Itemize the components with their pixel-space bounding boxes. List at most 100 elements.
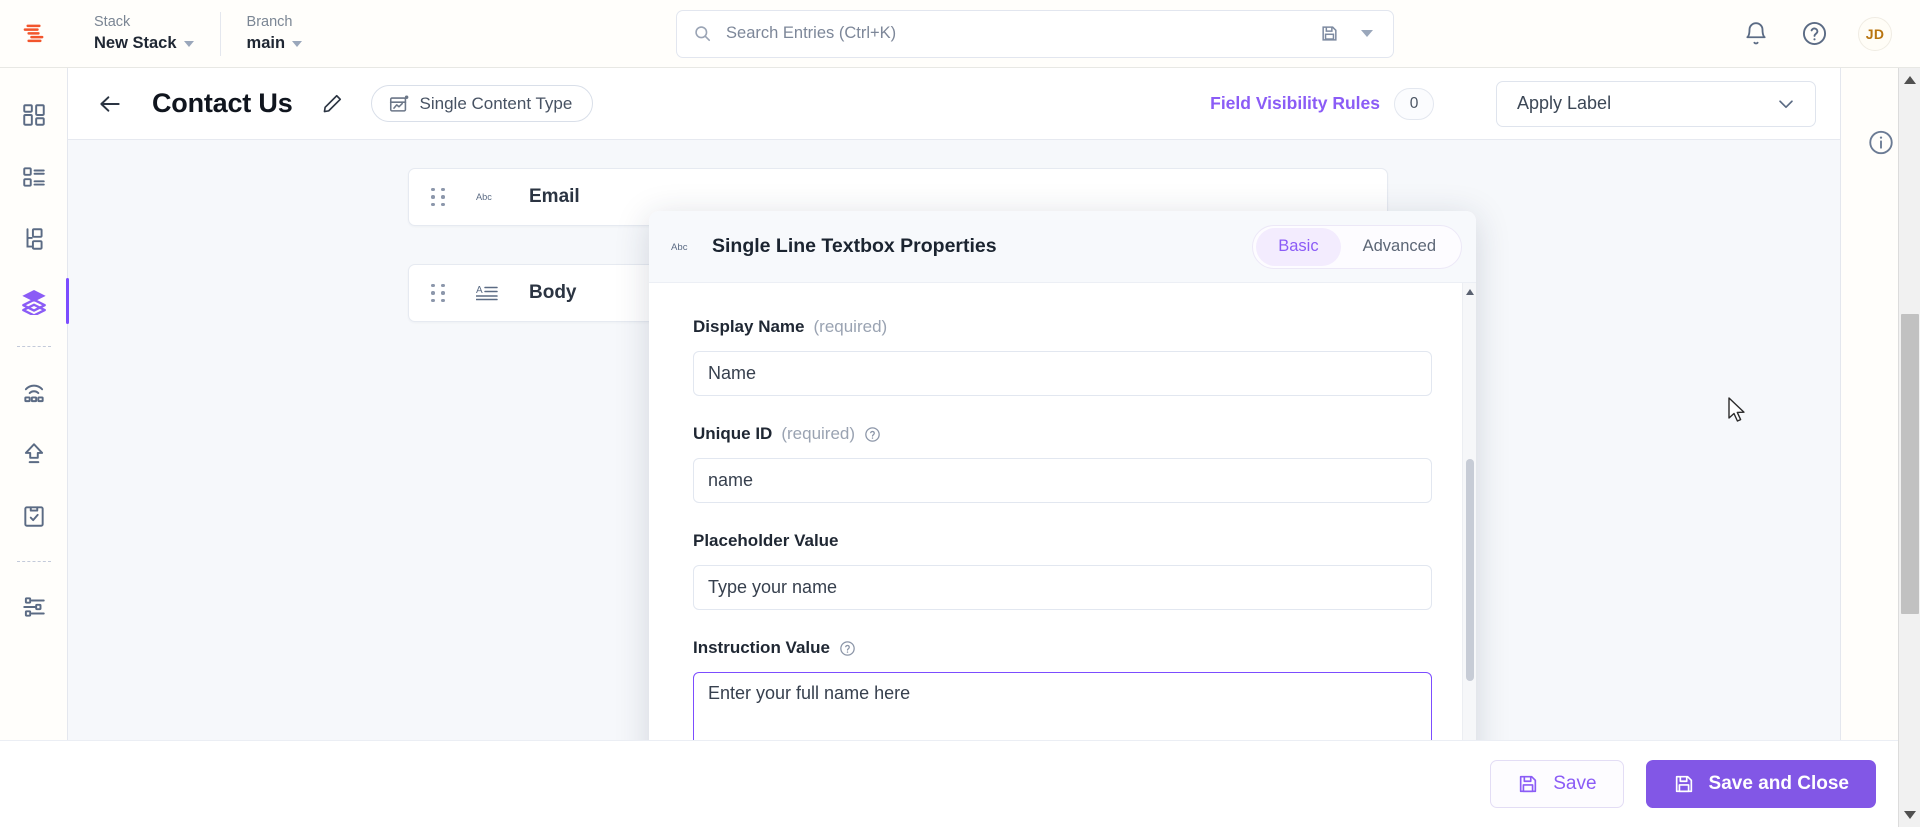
- edit-title-button[interactable]: [317, 88, 349, 120]
- placeholder-value-label-text: Placeholder Value: [693, 531, 839, 550]
- sidebar-item-settings[interactable]: [0, 576, 68, 638]
- instruction-value-label: Instruction Value: [693, 638, 1432, 658]
- footer-actions: Save Save and Close: [0, 740, 1920, 827]
- apply-label-select[interactable]: Apply Label: [1496, 80, 1816, 127]
- placeholder-value-label: Placeholder Value: [693, 531, 1432, 551]
- scroll-down-arrow-icon[interactable]: [1903, 811, 1916, 819]
- svg-text:Abc: Abc: [671, 242, 688, 253]
- scroll-up-arrow-icon[interactable]: [1466, 289, 1474, 295]
- save-button[interactable]: Save: [1490, 760, 1624, 808]
- context-switchers: Stack New Stack Branch main: [68, 0, 328, 67]
- display-name-field[interactable]: [693, 351, 1432, 396]
- display-name-label-text: Display Name: [693, 317, 805, 336]
- search-tools: [1320, 24, 1377, 43]
- chevron-down-icon: [292, 41, 303, 48]
- modal-scrollbar[interactable]: [1462, 283, 1476, 808]
- field-name: Body: [529, 282, 577, 303]
- save-button-label: Save: [1553, 773, 1597, 794]
- bell-icon: [1746, 21, 1766, 44]
- unique-id-field[interactable]: [693, 458, 1432, 503]
- avatar[interactable]: JD: [1858, 16, 1892, 51]
- search-box[interactable]: Search Entries (Ctrl+K): [676, 9, 1395, 58]
- drag-handle-icon[interactable]: [431, 187, 445, 207]
- search-icon: [695, 26, 711, 42]
- app-logo[interactable]: [0, 19, 68, 49]
- stack-value-text: New Stack: [94, 34, 177, 53]
- arrow-left-icon: [100, 95, 120, 112]
- chevron-down-icon[interactable]: [1361, 30, 1374, 37]
- modal-scrollbar-thumb[interactable]: [1466, 459, 1474, 681]
- stack-value: New Stack: [94, 32, 194, 54]
- placeholder-value-field[interactable]: [693, 565, 1432, 610]
- help-circle-icon[interactable]: [839, 640, 856, 657]
- clipboard-check-icon: [23, 506, 44, 527]
- sidebar-item-audit-log[interactable]: [0, 485, 68, 547]
- left-sidebar: [0, 68, 69, 740]
- abc-single-line-icon: Abc: [475, 189, 501, 205]
- save-and-close-button[interactable]: Save and Close: [1645, 760, 1876, 808]
- sidebar-item-taxonomy[interactable]: [0, 208, 68, 270]
- svg-text:Abc: Abc: [476, 192, 492, 202]
- notifications-button[interactable]: [1742, 20, 1770, 48]
- drag-handle-icon[interactable]: [431, 283, 445, 303]
- sidebar-divider: [16, 346, 51, 347]
- sidebar-item-dashboard[interactable]: [0, 84, 68, 146]
- field-visibility-rules[interactable]: Field Visibility Rules 0: [1210, 87, 1434, 120]
- sidebar-item-content-models[interactable]: [0, 270, 69, 332]
- save-disk-icon: [1675, 775, 1692, 793]
- tab-advanced[interactable]: Advanced: [1341, 228, 1458, 266]
- search-area: Search Entries (Ctrl+K): [328, 9, 1742, 58]
- field-name: Email: [529, 186, 580, 207]
- instruction-value-label-text: Instruction Value: [693, 638, 830, 657]
- content-types-list-icon: [22, 167, 45, 187]
- svg-text:A: A: [476, 285, 483, 296]
- stack-switcher[interactable]: Stack New Stack: [68, 12, 220, 56]
- question-circle-icon: [1802, 21, 1826, 46]
- display-name-label: Display Name (required): [693, 317, 1432, 337]
- window-scrollbar[interactable]: [1898, 68, 1920, 827]
- sidebar-item-live-preview[interactable]: [0, 361, 68, 423]
- save-and-close-button-label: Save and Close: [1708, 773, 1849, 794]
- help-circle-icon[interactable]: [864, 426, 881, 443]
- app-root: Stack New Stack Branch main Search Entri…: [0, 0, 1920, 827]
- unique-id-required: (required): [781, 424, 856, 443]
- unique-id-label-text: Unique ID: [693, 424, 773, 443]
- tab-basic[interactable]: Basic: [1256, 227, 1341, 266]
- chevron-down-icon: [1779, 99, 1793, 108]
- top-bar: Stack New Stack Branch main Search Entri…: [0, 0, 1920, 68]
- content-type-pill[interactable]: Single Content Type: [370, 85, 594, 122]
- display-name-required: (required): [813, 317, 888, 336]
- broadcast-live-preview-icon: [23, 384, 44, 403]
- page-title: Contact Us: [152, 88, 293, 118]
- branch-switcher[interactable]: Branch main: [219, 11, 329, 56]
- field-visibility-rules-label: Field Visibility Rules: [1210, 93, 1380, 113]
- sidebar-item-content-types[interactable]: [0, 146, 68, 208]
- help-button[interactable]: [1800, 20, 1828, 48]
- multi-line-text-icon: A: [475, 284, 501, 302]
- top-bar-actions: JD: [1742, 16, 1920, 51]
- scroll-up-arrow-icon[interactable]: [1903, 76, 1916, 84]
- stack-label: Stack: [94, 13, 131, 30]
- branch-label: Branch: [246, 13, 293, 30]
- sub-header: Contact Us Single Content Type Field Vis…: [68, 68, 1840, 140]
- info-button[interactable]: [1867, 128, 1895, 156]
- modal-tabs: Basic Advanced: [1252, 224, 1462, 269]
- single-content-type-icon: [389, 94, 408, 112]
- sidebar-item-publish-queue[interactable]: [0, 423, 68, 485]
- dashboard-grid-icon: [22, 104, 45, 126]
- search-input[interactable]: Search Entries (Ctrl+K): [726, 24, 1320, 43]
- field-visibility-rules-count: 0: [1394, 87, 1434, 120]
- save-disk-icon[interactable]: [1320, 24, 1339, 43]
- sidebar-divider: [16, 561, 51, 562]
- back-button[interactable]: [90, 84, 130, 124]
- content-type-pill-label: Single Content Type: [419, 93, 573, 113]
- window-scrollbar-thumb[interactable]: [1901, 314, 1919, 614]
- branch-value-text: main: [246, 34, 286, 53]
- unique-id-group: Unique ID (required): [693, 424, 1432, 503]
- apply-label-value: Apply Label: [1517, 93, 1612, 113]
- save-disk-icon: [1520, 775, 1537, 793]
- chevron-down-icon: [183, 41, 194, 48]
- hierarchy-tree-icon: [26, 228, 43, 250]
- modal-title: Single Line Textbox Properties: [712, 235, 997, 257]
- layers-stack-icon: [21, 290, 46, 315]
